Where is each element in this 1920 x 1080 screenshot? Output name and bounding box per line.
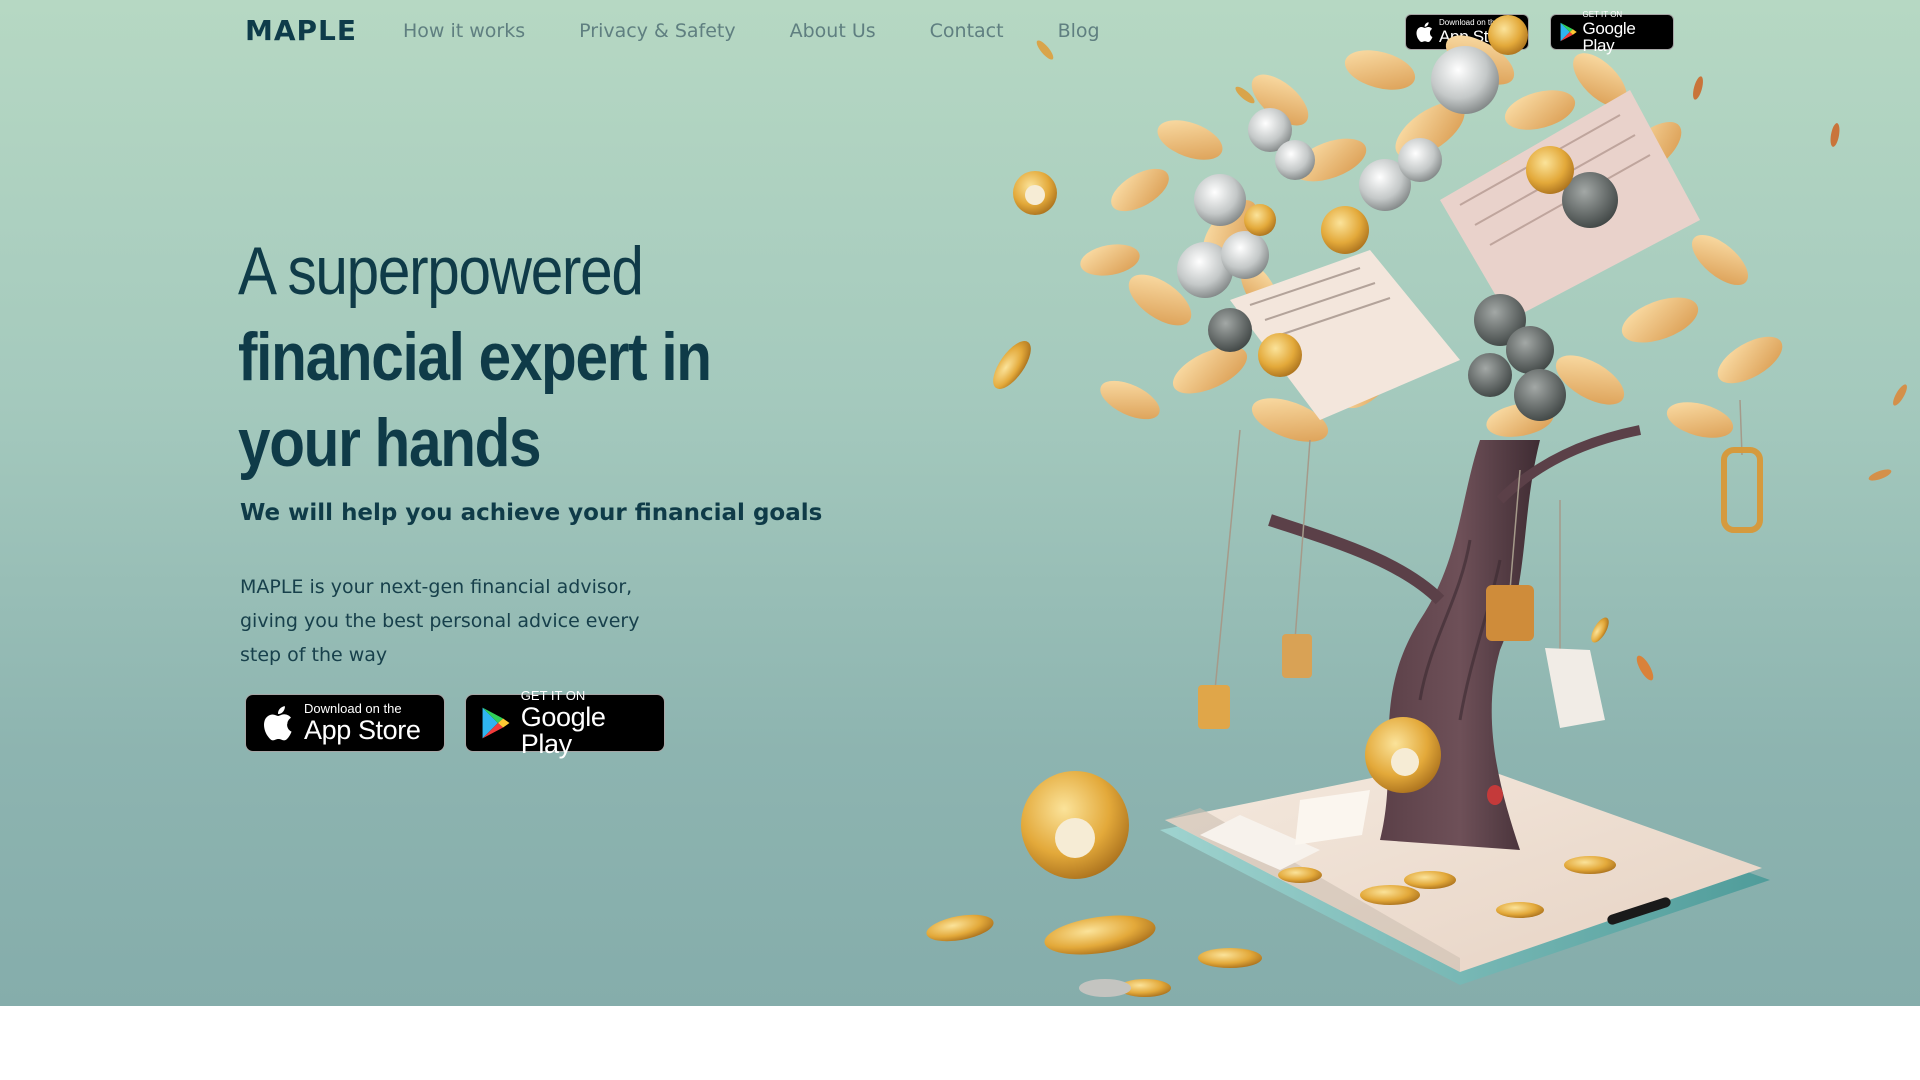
- google-play-icon: [482, 707, 510, 739]
- apple-icon: [264, 706, 292, 741]
- google-play-line2: Google Play: [520, 701, 606, 759]
- nav-link-about-us[interactable]: About Us: [790, 20, 876, 42]
- hero-description: MAPLE is your next-gen financial advisor…: [240, 570, 660, 672]
- headline-line-3: your hands: [238, 405, 542, 481]
- description-line-3: step of the way: [240, 644, 388, 666]
- description-line-2: giving you the best personal advice ever…: [240, 610, 640, 632]
- hero-section: MAPLE How it works Privacy & Safety Abou…: [0, 0, 1920, 1006]
- app-store-line2: App Store: [304, 715, 421, 745]
- hero-google-play-button[interactable]: GET IT ON Google Play: [465, 689, 665, 757]
- hero-app-store-button[interactable]: Download on the App Store: [245, 694, 445, 752]
- money-tree-illustration: [926, 15, 1907, 997]
- headline-line-1: A superpowered: [238, 233, 644, 309]
- hero-headline: A superpowered financial expert in your …: [238, 228, 858, 486]
- nav-link-privacy-safety[interactable]: Privacy & Safety: [579, 20, 735, 42]
- app-store-line1: Download on the: [304, 701, 402, 716]
- headline-line-2: financial expert in: [238, 319, 712, 395]
- brand-logo[interactable]: MAPLE: [245, 14, 357, 47]
- description-line-1: MAPLE is your next-gen financial advisor…: [240, 576, 633, 598]
- google-play-line1: GET IT ON: [520, 687, 586, 703]
- nav-link-how-it-works[interactable]: How it works: [403, 20, 525, 42]
- hero-subheading: We will help you achieve your financial …: [240, 500, 823, 526]
